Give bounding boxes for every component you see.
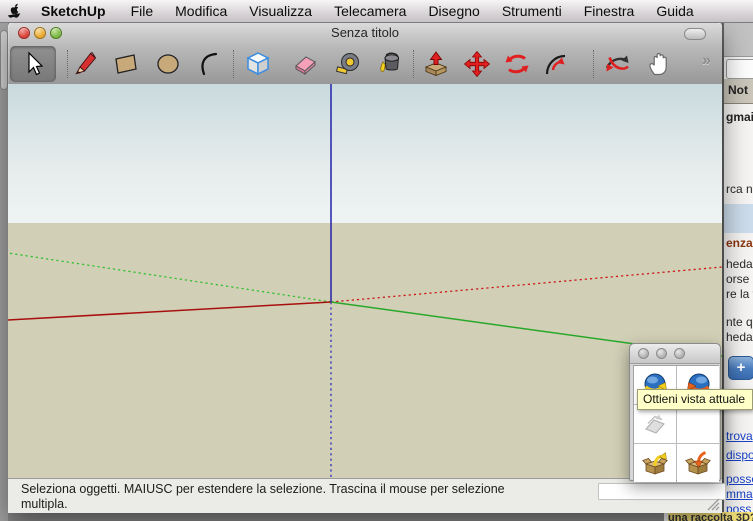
- move-tool[interactable]: [460, 47, 494, 81]
- menu-visualizza[interactable]: Visualizza: [238, 1, 323, 22]
- bg-text-fragment: heda: [726, 257, 753, 271]
- push-pull-tool[interactable]: [419, 47, 453, 81]
- menu-sketchup[interactable]: SketchUp: [30, 1, 120, 22]
- menu-bar: SketchUp File Modifica Visualizza Teleca…: [0, 0, 753, 23]
- eraser-tool[interactable]: [289, 47, 323, 81]
- bg-link-fragment[interactable]: posse: [726, 472, 753, 486]
- eraser-icon: [292, 50, 320, 78]
- menu-guida[interactable]: Guida: [645, 1, 704, 22]
- axes: [8, 84, 722, 478]
- drawing-canvas[interactable]: [8, 84, 722, 478]
- paint-bucket-tool[interactable]: [372, 47, 406, 81]
- open-box-orange-arrow-icon: [685, 450, 712, 477]
- rotate-icon: [503, 50, 531, 78]
- toolbar-toggle-button[interactable]: [684, 28, 706, 40]
- toolbar-separator: [233, 50, 234, 78]
- background-bottom-text-box: una raccolta 3D?: [663, 512, 753, 521]
- bg-text-fragment: re la f: [726, 287, 753, 301]
- hand-icon: [645, 50, 673, 78]
- open-box-yellow-arrow-icon: [642, 450, 669, 477]
- push-pull-icon: [422, 50, 450, 78]
- offset-tool[interactable]: [540, 47, 574, 81]
- component-box-icon: [244, 50, 272, 78]
- background-scrollbar-thumb: [0, 30, 8, 90]
- arc-icon: [195, 50, 223, 78]
- move-icon: [463, 50, 491, 78]
- menu-strumenti[interactable]: Strumenti: [491, 1, 573, 22]
- bg-text-fragment: gmail: [726, 110, 753, 124]
- bg-heading-fragment: enza G: [726, 236, 753, 250]
- bg-text-fragment: nte qu: [726, 315, 753, 329]
- palette-zoom-button[interactable]: [674, 348, 685, 359]
- bg-link-fragment[interactable]: mmag: [726, 487, 753, 501]
- toolbar-separator: [593, 50, 594, 78]
- toolbar-overflow-chevron[interactable]: »: [702, 52, 711, 70]
- bg-text-fragment: Not: [728, 83, 748, 97]
- tape-measure-icon: [335, 50, 363, 78]
- arc-tool[interactable]: [192, 47, 226, 81]
- toolbar-separator: [413, 50, 414, 78]
- line-tool[interactable]: [69, 47, 103, 81]
- bg-add-button[interactable]: +: [728, 356, 753, 380]
- palette-cell-covered[interactable]: [677, 405, 719, 443]
- menu-modifica[interactable]: Modifica: [164, 1, 238, 22]
- window-chrome: Senza titolo: [8, 22, 722, 85]
- apple-icon: [8, 3, 23, 20]
- background-left-strip: [0, 22, 8, 521]
- rectangle-icon: [112, 50, 140, 78]
- share-model-button[interactable]: [677, 444, 719, 482]
- photo-textures-disabled-icon: [642, 411, 669, 438]
- circle-tool[interactable]: [151, 47, 185, 81]
- bg-highlighted-text: una raccolta 3D?: [668, 512, 753, 521]
- bg-link-fragment[interactable]: dispon: [726, 448, 753, 462]
- menu-finestra[interactable]: Finestra: [573, 1, 646, 22]
- circle-icon: [154, 50, 182, 78]
- tooltip: Ottieni vista attuale: [637, 389, 753, 410]
- rectangle-tool[interactable]: [109, 47, 143, 81]
- get-models-button[interactable]: [634, 444, 676, 482]
- desktop: SketchUp File Modifica Visualizza Teleca…: [0, 0, 753, 521]
- palette-minimize-button[interactable]: [656, 348, 667, 359]
- toolbar-separator: [67, 50, 68, 78]
- tape-measure-tool[interactable]: [332, 47, 366, 81]
- browser-selection-band: [724, 204, 753, 233]
- palette-button-grid: [633, 365, 719, 481]
- offset-icon: [543, 50, 571, 78]
- google-tool-palette: [629, 343, 721, 481]
- pencil-icon: [72, 50, 100, 78]
- background-browser-window: Not gmail rca ne enza G heda orse c re l…: [722, 22, 753, 521]
- select-arrow-icon: [19, 50, 47, 78]
- bg-text-fragment: heda: [726, 330, 753, 344]
- photo-textures-button[interactable]: [634, 405, 676, 443]
- make-component-tool[interactable]: [241, 47, 275, 81]
- menu-telecamera[interactable]: Telecamera: [323, 1, 417, 22]
- bg-text-fragment: orse c: [726, 272, 753, 286]
- browser-toolbar-fragment: [724, 22, 753, 57]
- bg-link-fragment[interactable]: trova: [726, 429, 753, 443]
- browser-field-fragment: [726, 59, 753, 79]
- status-line-2: multipla.: [21, 497, 505, 512]
- title-bar[interactable]: Senza titolo: [8, 22, 722, 44]
- orbit-icon: [603, 50, 631, 78]
- orbit-tool[interactable]: [600, 47, 634, 81]
- bg-text-fragment: rca ne: [726, 182, 753, 196]
- menu-disegno[interactable]: Disegno: [417, 1, 490, 22]
- background-bottom-strip: [0, 512, 753, 521]
- status-message: Seleziona oggetti. MAIUSC per estendere …: [21, 482, 505, 512]
- select-tool[interactable]: [10, 46, 56, 82]
- sketchup-window: Senza titolo: [8, 22, 722, 513]
- menu-file[interactable]: File: [120, 1, 165, 22]
- palette-title-bar[interactable]: [630, 344, 720, 364]
- resize-grip[interactable]: [702, 497, 720, 511]
- paint-bucket-icon: [375, 50, 403, 78]
- toolbar: »: [8, 44, 722, 84]
- palette-close-button[interactable]: [638, 348, 649, 359]
- status-bar: Seleziona oggetti. MAIUSC per estendere …: [8, 478, 722, 513]
- pan-tool[interactable]: [642, 47, 676, 81]
- apple-menu[interactable]: [0, 2, 30, 20]
- rotate-tool[interactable]: [500, 47, 534, 81]
- status-line-1: Seleziona oggetti. MAIUSC per estendere …: [21, 482, 505, 497]
- window-title: Senza titolo: [8, 25, 722, 40]
